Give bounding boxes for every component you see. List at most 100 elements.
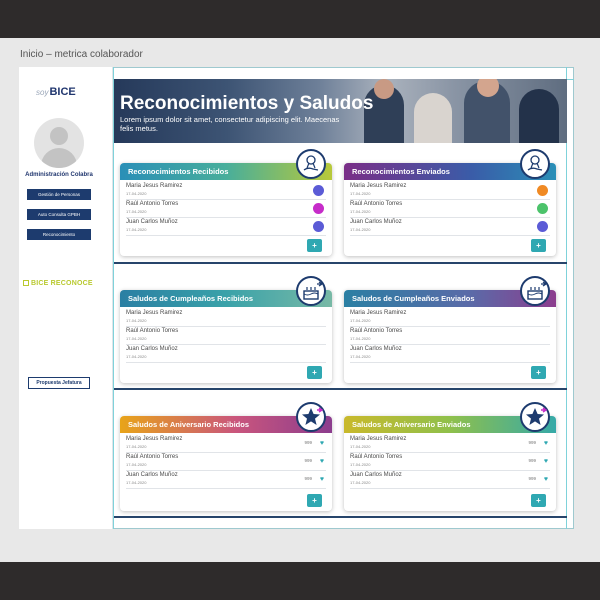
person-name: Juan Carlos Muñoz (126, 346, 178, 352)
item-date: 17-04-2020 (126, 227, 147, 232)
list-item[interactable]: Maria Jesus Ramirez 17-04-2020 (126, 310, 326, 327)
sidebar-button-autoconsulta[interactable]: Auto Consulta GPBH (27, 209, 91, 220)
sidebar-admin-title: Administración Colabra (25, 172, 93, 178)
add-button[interactable]: + (531, 366, 546, 379)
list-item[interactable]: Juan Carlos Muñoz 17-04-2020 (126, 219, 326, 236)
person-name: Maria Jesus Ramirez (126, 183, 183, 189)
person-name: Juan Carlos Muñoz (350, 472, 402, 478)
item-date: 17-04-2020 (126, 354, 147, 359)
page-title: Reconocimientos y Saludos (120, 93, 374, 114)
item-date: 17-04-2020 (126, 480, 147, 485)
list-item[interactable]: Juan Carlos Muñoz 17-04-2020 (350, 219, 550, 236)
heart-icon[interactable]: ♥ (320, 458, 324, 465)
item-date: 17-04-2020 (350, 480, 371, 485)
like-count: 999 (304, 476, 312, 481)
list-item[interactable]: Juan Carlos Muñoz 17-04-2020 999 ♥ (350, 472, 550, 489)
person-name: Maria Jesus Ramirez (350, 183, 407, 189)
item-date: 17-04-2020 (350, 227, 371, 232)
add-button[interactable]: + (307, 494, 322, 507)
top-bar (0, 0, 600, 38)
person-name: Juan Carlos Muñoz (350, 346, 402, 352)
like-count: 999 (304, 458, 312, 463)
avatar (34, 118, 84, 168)
item-date: 17-04-2020 (126, 209, 147, 214)
list-item[interactable]: Maria Jesus Ramirez 17-04-2020 (350, 183, 550, 200)
plus-circle-icon (313, 203, 324, 214)
item-date: 17-04-2020 (126, 444, 147, 449)
item-date: 17-04-2020 (126, 336, 147, 341)
target-icon (537, 203, 548, 214)
list-item[interactable]: Juan Carlos Muñoz 17-04-2020 999 ♥ (126, 472, 326, 489)
like-count: 999 (528, 476, 536, 481)
card: Saludos de Aniversario Enviados Maria Jes… (344, 402, 556, 511)
person-name: Raúl Antonio Torres (126, 328, 179, 334)
person-name: Maria Jesus Ramirez (126, 310, 183, 316)
person-name: Raúl Antonio Torres (350, 454, 403, 460)
like-count: 999 (304, 440, 312, 445)
item-date: 17-04-2020 (350, 336, 371, 341)
bice-logo-icon (23, 280, 29, 287)
face-icon (537, 221, 548, 232)
face-icon (313, 221, 324, 232)
medal-hand-icon (296, 149, 326, 179)
logo[interactable]: soyBICE (36, 86, 76, 98)
item-date: 17-04-2020 (350, 318, 371, 323)
item-date: 17-04-2020 (350, 191, 371, 196)
wave-icon (537, 185, 548, 196)
card: Saludos de Cumpleaños Enviados Maria Jesu… (344, 276, 556, 383)
list-item[interactable]: Raúl Antonio Torres 17-04-2020 (350, 328, 550, 345)
list-item[interactable]: Juan Carlos Muñoz 17-04-2020 (126, 346, 326, 363)
heart-icon[interactable]: ♥ (320, 440, 324, 447)
star-icon (520, 402, 550, 432)
list-item[interactable]: Raúl Antonio Torres 17-04-2020 999 ♥ (350, 454, 550, 471)
list-item[interactable]: Raúl Antonio Torres 17-04-2020 (350, 201, 550, 218)
add-button[interactable]: + (531, 239, 546, 252)
star-icon (296, 402, 326, 432)
person-name: Juan Carlos Muñoz (126, 219, 178, 225)
section-divider (114, 262, 567, 264)
heart-icon[interactable]: ♥ (544, 440, 548, 447)
person-name: Raúl Antonio Torres (350, 328, 403, 334)
hero-subtitle: Lorem ipsum dolor sit amet, consectetur … (120, 115, 340, 133)
person-name: Raúl Antonio Torres (126, 201, 179, 207)
bottom-bar (0, 562, 600, 600)
item-date: 17-04-2020 (350, 444, 371, 449)
like-count: 999 (528, 458, 536, 463)
face-icon (313, 185, 324, 196)
person-name: Maria Jesus Ramirez (350, 310, 407, 316)
list-item[interactable]: Maria Jesus Ramirez 17-04-2020 999 ♥ (126, 436, 326, 453)
cake-icon (520, 276, 550, 306)
list-item[interactable]: Maria Jesus Ramirez 17-04-2020 (350, 310, 550, 327)
like-count: 999 (528, 440, 536, 445)
heart-icon[interactable]: ♥ (320, 476, 324, 483)
list-item[interactable]: Maria Jesus Ramirez 17-04-2020 (126, 183, 326, 200)
item-date: 17-04-2020 (350, 354, 371, 359)
section-divider (114, 516, 567, 518)
add-button[interactable]: + (307, 239, 322, 252)
card: Reconocimientos Recibidos Maria Jesus Ram… (120, 149, 332, 256)
person-name: Maria Jesus Ramirez (350, 436, 407, 442)
section-divider (114, 388, 567, 390)
medal-hand-icon (520, 149, 550, 179)
person-name: Raúl Antonio Torres (126, 454, 179, 460)
list-item[interactable]: Juan Carlos Muñoz 17-04-2020 (350, 346, 550, 363)
add-button[interactable]: + (307, 366, 322, 379)
list-item[interactable]: Raúl Antonio Torres 17-04-2020 999 ♥ (126, 454, 326, 471)
sidebar-button-gestion[interactable]: Gestión de Personas (27, 189, 91, 200)
add-button[interactable]: + (531, 494, 546, 507)
sidebar-button-reconocimiento[interactable]: Reconocimiento (27, 229, 91, 240)
person-name: Juan Carlos Muñoz (350, 219, 402, 225)
list-item[interactable]: Raúl Antonio Torres 17-04-2020 (126, 328, 326, 345)
person-name: Juan Carlos Muñoz (126, 472, 178, 478)
card: Saludos de Cumpleaños Recibidos Maria Jes… (120, 276, 332, 383)
item-date: 17-04-2020 (350, 209, 371, 214)
propuesta-jefatura-button[interactable]: Propuesta Jefatura (28, 377, 90, 389)
item-date: 17-04-2020 (126, 462, 147, 467)
bice-reconoce-logo: BICE RECONOCE (23, 280, 93, 287)
list-item[interactable]: Raúl Antonio Torres 17-04-2020 (126, 201, 326, 218)
heart-icon[interactable]: ♥ (544, 458, 548, 465)
item-date: 17-04-2020 (126, 191, 147, 196)
list-item[interactable]: Maria Jesus Ramirez 17-04-2020 999 ♥ (350, 436, 550, 453)
item-date: 17-04-2020 (126, 318, 147, 323)
heart-icon[interactable]: ♥ (544, 476, 548, 483)
